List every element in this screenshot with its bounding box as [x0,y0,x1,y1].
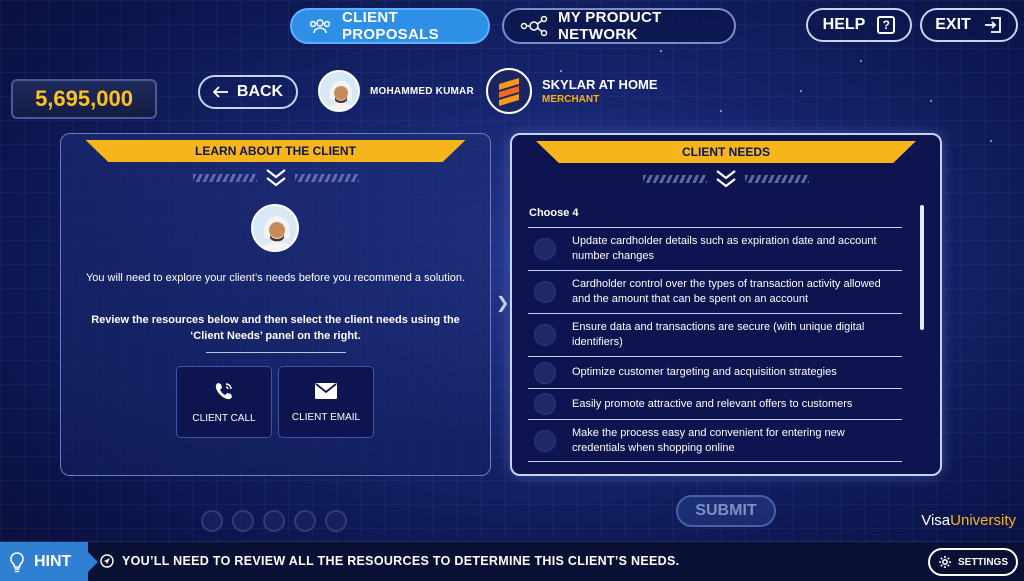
tab-client-proposals-label: CLIENT PROPOSALS [342,9,439,43]
double-chevron-down-icon [265,169,286,187]
merchant-info: SKYLAR AT HOME MERCHANT [486,68,658,114]
pointer-icon [100,554,114,568]
back-label: BACK [236,83,284,100]
help-icon: ? [877,16,896,34]
exit-label: EXIT [935,16,971,33]
exit-icon [984,17,1001,33]
brand-part-visa: Visa [921,512,951,529]
star [720,110,722,112]
divider [206,352,346,353]
tab-product-network-label: MY PRODUCT NETWORK [558,9,662,43]
settings-label: SETTINGS [957,556,1008,568]
radio-button[interactable] [534,361,556,384]
choose-count-label: Choose 4 [529,207,579,219]
radio-button[interactable] [534,429,556,452]
top-right-controls: HELP ? EXIT [806,8,1018,42]
progress-dot [294,510,316,532]
help-label: HELP [822,16,866,33]
exit-button[interactable]: EXIT [920,8,1018,42]
need-option[interactable]: Update cardholder details such as expira… [528,227,902,270]
double-chevron-down-icon [716,170,736,188]
client-avatar [318,70,360,112]
phone-icon [215,382,232,399]
hint-label: HINT [34,553,72,570]
client-name: MOHAMMED KUMAR [370,85,474,97]
tab-client-proposals[interactable]: CLIENT PROPOSALS [290,8,490,44]
star [990,140,992,142]
star [930,100,932,102]
top-navigation: CLIENT PROPOSALS MY PRODUCT NETWORK [290,8,736,44]
merchant-name: SKYLAR AT HOME [542,77,658,92]
need-text: Optimize customer targeting and acquisit… [572,366,837,378]
merchant-logo [486,68,532,114]
panel-divider [192,168,359,188]
hint-button[interactable]: HINT [0,542,98,581]
needs-list: Update cardholder details such as expira… [528,227,902,462]
client-email-label: CLIENT EMAIL [291,411,361,423]
star [660,50,662,52]
panel-title: LEARN ABOUT THE CLIENT [85,140,466,162]
instruction-text: Review the resources below and then sele… [91,314,460,342]
panel-title: CLIENT NEEDS [536,141,916,163]
client-email-button[interactable]: CLIENT EMAIL [278,366,374,438]
radio-button[interactable] [534,281,556,303]
score-display: 5,695,000 [11,79,157,119]
hint-bar: HINT YOU’LL NEED TO REVIEW ALL THE RESOU… [0,541,1024,581]
mail-icon [315,382,337,399]
people-icon [309,19,331,34]
radio-button[interactable] [534,393,556,415]
submit-button[interactable]: SUBMIT [676,495,776,527]
panel-divider [643,169,809,189]
gear-icon [938,556,951,568]
star [800,90,802,92]
learn-about-client-panel: LEARN ABOUT THE CLIENT You will need to … [60,133,491,476]
help-button[interactable]: HELP ? [806,8,912,42]
hint-message: YOU’LL NEED TO REVIEW ALL THE RESOURCES … [100,554,679,568]
need-text: Easily promote attractive and relevant o… [572,397,853,410]
progress-dot [201,510,223,532]
tab-product-network[interactable]: MY PRODUCT NETWORK [502,8,736,44]
need-text: Ensure data and transactions are secure … [572,321,865,348]
hint-message-text: YOU’LL NEED TO REVIEW ALL THE RESOURCES … [122,554,680,568]
need-option[interactable]: Cardholder control over the types of tra… [528,270,902,313]
client-needs-panel: CLIENT NEEDS Choose 4 Update cardholder … [510,133,942,476]
need-option[interactable]: Easily promote attractive and relevant o… [528,388,902,419]
merchant-type: MERCHANT [542,94,600,105]
need-option[interactable]: Ensure data and transactions are secure … [528,313,902,356]
client-avatar-large [251,204,299,252]
network-icon [520,15,548,37]
progress-dot [325,510,347,532]
settings-button[interactable]: SETTINGS [928,548,1018,576]
need-text: Update cardholder details such as expira… [572,235,877,262]
back-button[interactable]: BACK [198,75,298,109]
need-text: Make the process easy and convenient for… [572,426,845,454]
chevron-right-icon: ❯ [496,295,510,312]
progress-dots [201,510,347,532]
scrollbar[interactable] [920,205,924,330]
radio-button[interactable] [534,238,556,260]
need-option[interactable]: Make the process easy and convenient for… [528,419,902,462]
star [860,60,862,62]
brand-part-university: University [950,512,1016,529]
lightbulb-icon [10,552,24,573]
client-call-label: CLIENT CALL [192,412,256,424]
arrow-left-icon [212,86,228,98]
progress-dot [232,510,254,532]
client-call-button[interactable]: CLIENT CALL [176,366,272,438]
need-option[interactable]: Optimize customer targeting and acquisit… [528,356,902,388]
client-info: MOHAMMED KUMAR [318,70,474,112]
progress-dot [263,510,285,532]
radio-button[interactable] [534,324,556,346]
brand-logo: VisaUniversity [921,512,1016,529]
need-text: Cardholder control over the types of tra… [572,278,881,305]
intro-text: You will need to explore your client’s n… [85,272,466,284]
